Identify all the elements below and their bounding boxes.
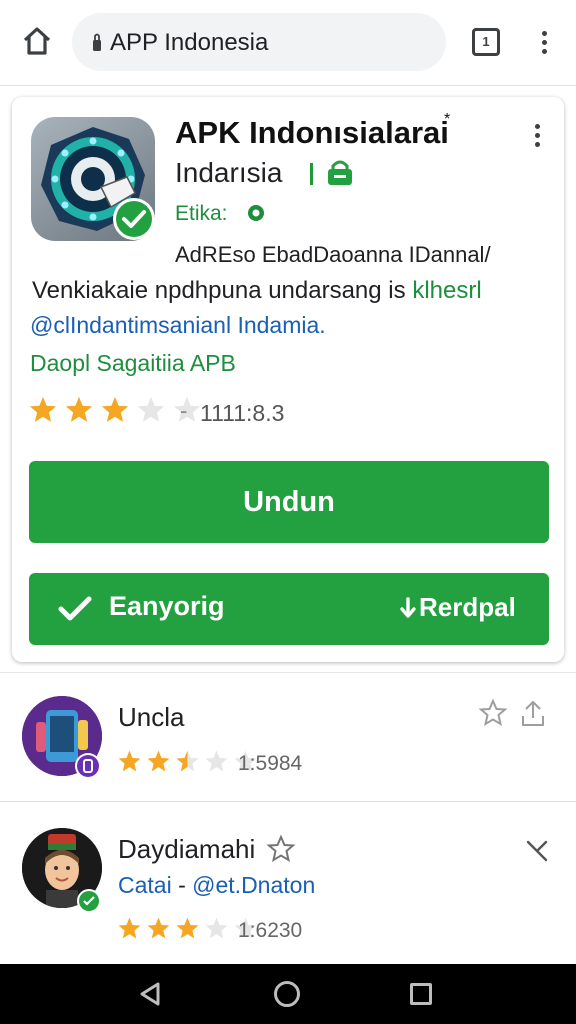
browser-toolbar: APP Indonesia 1	[0, 0, 576, 86]
list-item-title: Daydiamahi	[118, 834, 256, 864]
star-icon	[65, 396, 93, 422]
star-icon	[118, 917, 141, 939]
rating-count: 1:5984	[238, 752, 303, 775]
subtitle-category: Catai	[118, 872, 172, 898]
subtitle-separator: -	[178, 872, 186, 898]
check-icon	[57, 595, 93, 623]
more-vert-icon[interactable]	[530, 26, 558, 58]
home-icon[interactable]	[20, 24, 54, 58]
list-item[interactable]: Daydiamahi Catai - @et.Dnaton 1:6230	[0, 804, 576, 964]
star-icon	[176, 917, 199, 939]
star-icon	[118, 750, 141, 772]
rating-separator: -	[180, 398, 188, 423]
lock-icon	[325, 159, 355, 187]
featured-app-card: APK Indonısialarai * Indarısia Etika: Ad…	[12, 97, 564, 662]
system-nav-bar	[0, 964, 576, 1024]
star-icon	[147, 750, 170, 772]
tab-count: 1	[482, 34, 490, 49]
card-more-icon[interactable]	[527, 119, 549, 151]
star-icon	[147, 917, 170, 939]
url-bar[interactable]: APP Indonesia	[72, 13, 446, 71]
url-text[interactable]: APP Indonesia	[110, 29, 268, 57]
star-icon	[176, 750, 199, 772]
download-icon	[399, 597, 417, 621]
verified-check-icon	[112, 197, 156, 241]
badge-icon	[76, 888, 102, 914]
star-icon	[137, 396, 165, 422]
chevron-icon[interactable]	[524, 836, 550, 862]
developer-divider	[310, 163, 313, 185]
description-highlight[interactable]: klhesrl	[412, 277, 481, 304]
star-outline-icon[interactable]	[478, 698, 508, 728]
app-description-line-2: Venkiakaie npdhpuna undarsang is klhesrl	[32, 277, 482, 305]
badge-icon	[74, 752, 102, 780]
star-icon	[101, 396, 129, 422]
title-mark: *	[444, 111, 451, 128]
star-outline-icon[interactable]	[266, 834, 296, 864]
subtitle-handle[interactable]: @et.Dnaton	[192, 872, 315, 898]
app-description-line-4: Daopl Sagaitiia APB	[30, 350, 236, 376]
star-icon	[205, 750, 228, 772]
install-button[interactable]: Undun	[29, 461, 549, 543]
recents-icon[interactable]	[410, 983, 432, 1005]
section-divider	[0, 672, 576, 673]
secondary-action-button[interactable]: Eanyorig Rerdpal	[29, 573, 549, 645]
rating-count: 1:6230	[238, 919, 303, 942]
lock-icon	[92, 32, 102, 52]
list-item-subtitle: Catai - @et.Dnaton	[118, 872, 315, 899]
secondary-button-right-label: Rerdpal	[419, 592, 516, 622]
rating-count: 1111:8.3	[200, 400, 285, 426]
list-item-title: Uncla	[118, 702, 185, 732]
app-meta-label: Etika:	[175, 202, 228, 225]
description-text: Venkiakaie npdhpuna undarsang is	[32, 277, 406, 304]
back-icon[interactable]	[138, 981, 162, 1007]
shield-icon	[246, 203, 266, 223]
list-item[interactable]: Uncla 1:5984	[0, 674, 576, 802]
app-title: APK Indonısialarai	[175, 115, 449, 150]
home-circle-icon[interactable]	[274, 981, 300, 1007]
star-icon	[205, 917, 228, 939]
app-developer[interactable]: Indarısia	[175, 157, 282, 189]
star-icon	[29, 396, 57, 422]
app-description-line-1: AdREso EbadDaoanna IDannal/	[175, 242, 491, 267]
app-description-link[interactable]: @clIndantimsanianl Indamia.	[30, 312, 326, 339]
tabs-icon[interactable]: 1	[472, 28, 500, 56]
secondary-button-label: Eanyorig	[109, 591, 225, 621]
share-icon[interactable]	[518, 698, 548, 728]
